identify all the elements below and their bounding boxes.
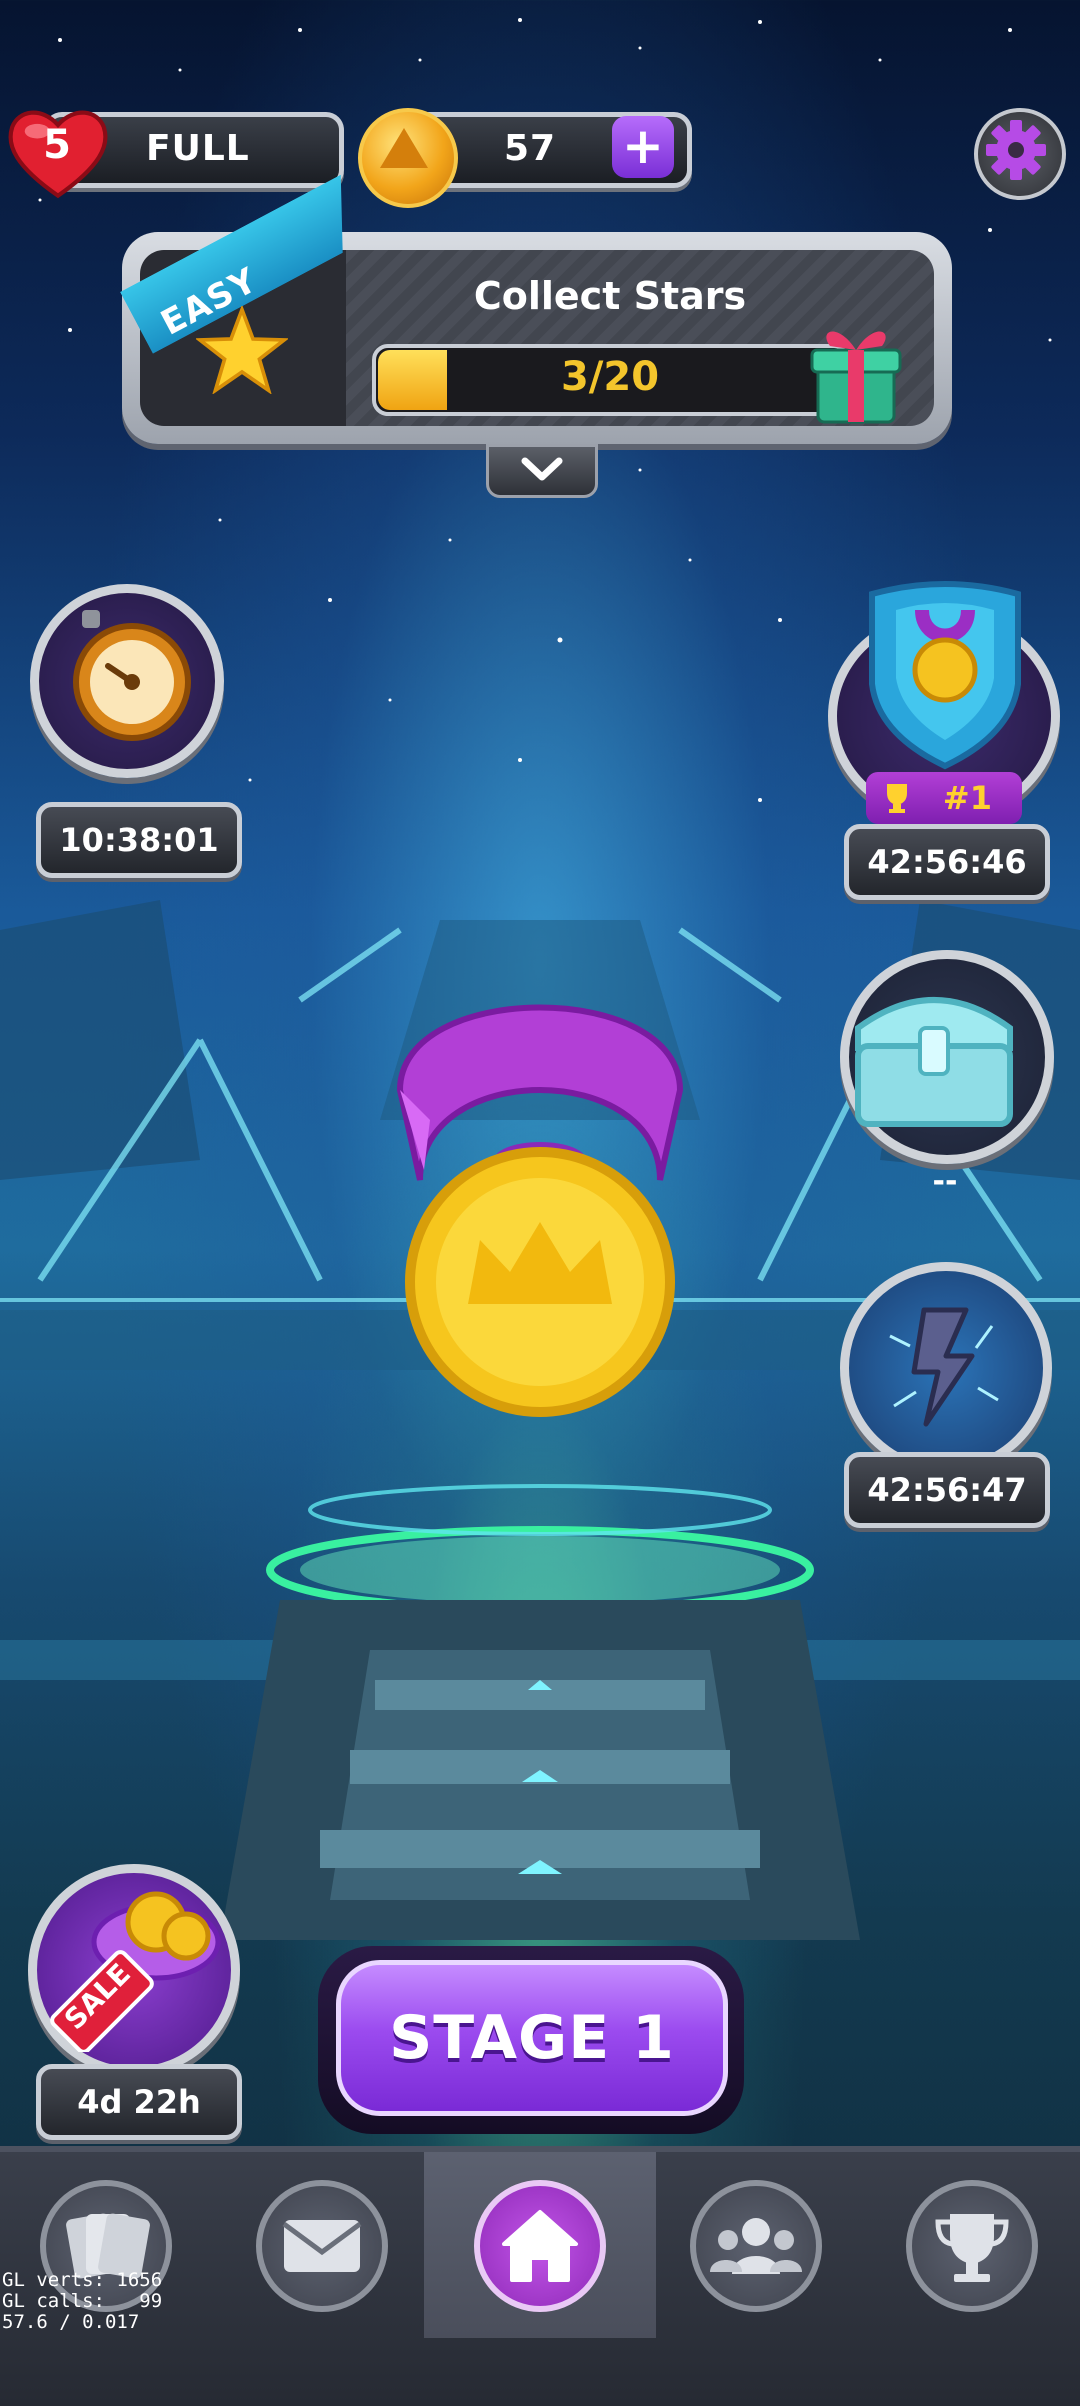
lives-status: FULL <box>146 128 250 169</box>
debug-line-3: 57.6 / 0.017 <box>2 2311 140 2333</box>
debug-line-1: GL verts: 1656 <box>2 2269 163 2291</box>
coin-symbol <box>380 128 428 168</box>
coins-amount: 57 <box>504 128 557 169</box>
sale-timer: 4d 22h <box>36 2064 242 2140</box>
play-stage-button[interactable]: STAGE 1 <box>336 1960 728 2116</box>
debug-overlay: GL verts: 1656 GL calls: 99 57.6 / 0.017 <box>2 2270 162 2333</box>
quest-progress-text: 3/20 <box>560 354 660 400</box>
lightning-event-timer: 42:56:47 <box>844 1452 1050 1528</box>
home-icon <box>502 2210 578 2282</box>
nav-friends-button[interactable] <box>690 2180 822 2312</box>
pedestal <box>220 1484 860 1940</box>
treasure-chest-icon <box>855 997 1013 1127</box>
trophy-icon <box>935 2214 1009 2282</box>
quest-expand-button[interactable] <box>486 444 598 498</box>
gift-icon[interactable] <box>808 316 904 426</box>
league-rank: #1 <box>942 779 992 817</box>
lightning-icon <box>889 1307 999 1427</box>
compass-clock-icon <box>73 610 191 741</box>
mail-icon <box>282 2220 362 2272</box>
trophy-icon <box>887 784 907 813</box>
gear-icon <box>986 120 1046 180</box>
debug-line-2: GL calls: 99 <box>2 2290 163 2312</box>
nav-home-button[interactable] <box>474 2180 606 2312</box>
timed-event-timer: 10:38:01 <box>36 802 242 878</box>
quest-title: Collect Stars <box>473 274 747 318</box>
crown-medal-icon <box>396 1004 684 1417</box>
nav-mail-button[interactable] <box>256 2180 388 2312</box>
star-icon <box>196 306 288 394</box>
league-rank-badge: #1 <box>866 772 1022 824</box>
friends-icon <box>710 2218 802 2274</box>
lives-count: 5 <box>43 122 71 168</box>
nav-leaderboard-button[interactable] <box>906 2180 1038 2312</box>
shield-medal-icon <box>869 581 1021 770</box>
chevron-down-icon <box>521 457 563 481</box>
settings-button[interactable] <box>974 108 1066 200</box>
chest-status: -- <box>932 1164 958 1199</box>
add-coins-button[interactable]: + <box>612 116 674 178</box>
league-timer: 42:56:46 <box>844 824 1050 900</box>
